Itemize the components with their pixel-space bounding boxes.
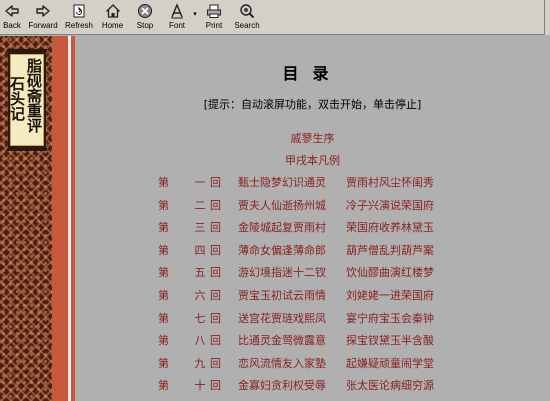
book-title-scroll: 脂砚斋重评 石头记 xyxy=(7,49,47,151)
home-icon xyxy=(105,4,120,18)
chapter-suffix: 回 xyxy=(210,266,221,280)
chapter-suffix: 回 xyxy=(210,289,221,302)
chapter-prefix: 第 xyxy=(158,266,169,280)
chapter-suffix: 回 xyxy=(210,221,221,235)
book-title-left: 石头记 xyxy=(8,76,26,121)
chapter-title-second: 冷子兴演说荣国府 xyxy=(346,198,434,212)
back-button[interactable]: Back xyxy=(0,0,24,35)
font-button[interactable]: Font xyxy=(161,0,193,35)
chapter-title-first: 贾夫人仙逝扬州城 xyxy=(238,198,326,212)
chapter-title-first: 甄士隐梦幻识通灵 xyxy=(238,176,326,189)
font-icon xyxy=(171,3,183,19)
forward-arrow-icon xyxy=(36,5,50,17)
scrollbar-stub xyxy=(544,0,550,35)
chapter-title-second: 贾雨村风尘怀闺秀 xyxy=(346,176,434,189)
magnifier-icon xyxy=(240,4,255,19)
scroll-hint: [提示：自动滚屏功能，双击开始，单击停止] xyxy=(203,98,422,111)
refresh-label: Refresh xyxy=(64,21,93,30)
chapter-title-first: 金陵城起复贾雨村 xyxy=(238,221,326,235)
home-label: Home xyxy=(101,21,124,30)
home-button[interactable]: Home xyxy=(96,0,129,35)
chapter-title-second: 荣国府收养林黛玉 xyxy=(346,221,434,235)
chapter-title-second: 宴宁府宝玉会秦钟 xyxy=(346,311,434,325)
stop-button[interactable]: Stop xyxy=(129,0,161,35)
font-dropdown-arrow-icon[interactable]: ▾ xyxy=(191,10,199,18)
stop-icon xyxy=(138,4,152,18)
forward-label: Forward xyxy=(28,21,58,30)
book-title-right: 脂砚斋重评 xyxy=(25,58,43,133)
search-label: Search xyxy=(234,21,260,30)
back-label: Back xyxy=(3,21,21,30)
chapter-title-second: 起嫌疑顽童闹学堂 xyxy=(346,356,434,370)
chapter-title-second: 刘姥姥一进荣国府 xyxy=(346,289,434,302)
chapter-title-first: 恋风流情友入家塾 xyxy=(238,356,326,370)
chapter-prefix: 第 xyxy=(158,243,169,257)
chapter-title-second: 探宝钗黛玉半含酸 xyxy=(346,334,434,348)
chapter-title-first: 薄命女偏逢薄命郎 xyxy=(238,243,326,257)
refresh-icon xyxy=(73,4,85,18)
chapter-prefix: 第 xyxy=(158,379,169,393)
chapter-title-first: 金寡妇贪利权受辱 xyxy=(238,379,326,393)
chapter-suffix: 回 xyxy=(210,311,221,325)
chapter-prefix: 第 xyxy=(158,198,169,212)
chapter-suffix: 回 xyxy=(210,243,221,257)
font-label: Font xyxy=(168,21,185,30)
chapter-prefix: 第 xyxy=(158,221,169,235)
refresh-button[interactable]: Refresh xyxy=(62,0,96,35)
page-title: 目录 xyxy=(282,64,343,83)
chapter-title-first: 贾宝玉初试云雨情 xyxy=(238,289,326,302)
chapter-prefix: 第 xyxy=(158,356,169,370)
chapter-suffix: 回 xyxy=(210,356,221,370)
chapter-suffix: 回 xyxy=(210,334,221,348)
toc-link-fanli[interactable]: 甲戌本凡例 xyxy=(75,152,550,168)
search-button[interactable]: Search xyxy=(229,0,265,35)
chapter-suffix: 回 xyxy=(210,379,221,393)
print-button[interactable]: Print xyxy=(199,0,229,35)
chapter-title-second: 饮仙醪曲演红楼梦 xyxy=(346,266,434,280)
print-label: Print xyxy=(205,21,223,30)
chapter-prefix: 第 xyxy=(158,311,169,325)
chapter-title-first: 游幻境指迷十二钗 xyxy=(238,266,326,280)
browser-toolbar: Back Forward Refresh Home Stop Font ▾ Pr… xyxy=(0,0,550,35)
chapter-suffix: 回 xyxy=(210,176,221,189)
panel-divider xyxy=(68,36,71,401)
chapter-title-first: 送宫花贾琏戏熙凤 xyxy=(238,311,326,325)
back-arrow-icon xyxy=(5,5,19,17)
chapter-prefix: 第 xyxy=(158,176,169,189)
chapter-suffix: 回 xyxy=(210,198,221,212)
chapter-prefix: 第 xyxy=(158,334,169,348)
main-content[interactable]: 目录 [提示：自动滚屏功能，双击开始，单击停止] 戚蓼生序 甲戌本凡例 第一回甄… xyxy=(75,36,550,401)
forward-button[interactable]: Forward xyxy=(24,0,62,35)
chapter-title-second: 张太医论病细穷源 xyxy=(346,379,434,393)
chapter-title-first: 比通灵金莺微露意 xyxy=(238,334,326,348)
chapter-title-second: 葫芦僧乱判葫芦案 xyxy=(346,243,434,257)
printer-icon xyxy=(207,4,221,18)
toc-link-preface[interactable]: 戚蓼生序 xyxy=(75,130,550,146)
chapter-prefix: 第 xyxy=(158,289,169,302)
stop-label: Stop xyxy=(136,21,154,30)
